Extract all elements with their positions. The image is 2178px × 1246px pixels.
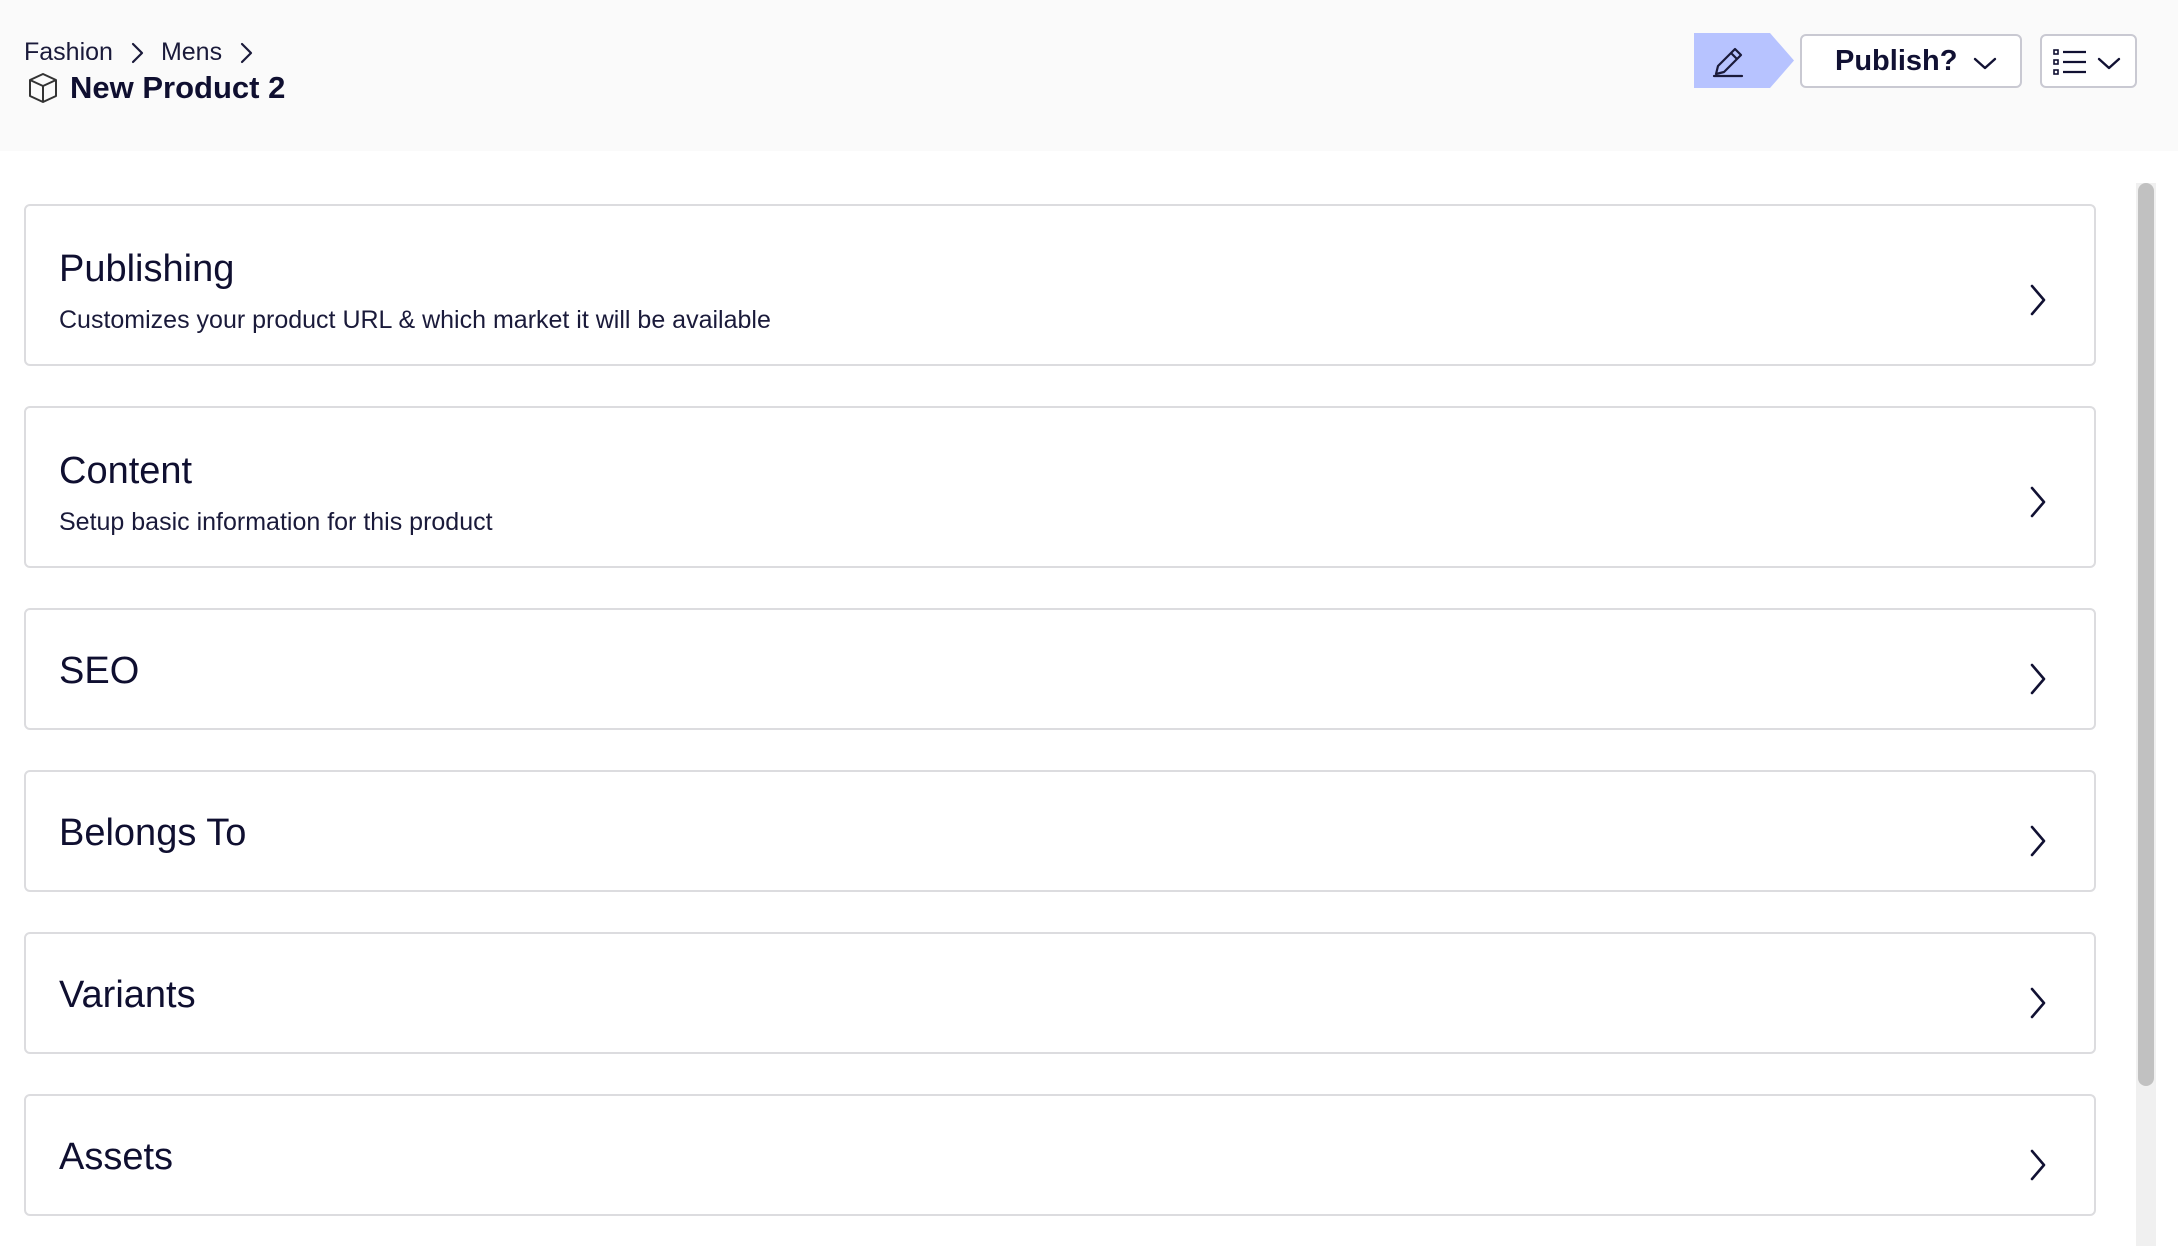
section-title: Content bbox=[59, 450, 193, 492]
breadcrumb-item-mens[interactable]: Mens bbox=[161, 38, 222, 67]
cube-icon bbox=[26, 71, 60, 105]
page-title: New Product 2 bbox=[70, 70, 286, 105]
edit-mode-button[interactable] bbox=[1694, 33, 1794, 88]
chevron-down-icon bbox=[2096, 51, 2122, 75]
section-title: Belongs To bbox=[59, 812, 247, 854]
chevron-down-icon bbox=[1972, 51, 1998, 75]
view-options-button[interactable] bbox=[2040, 34, 2137, 88]
page-title-row: New Product 2 bbox=[26, 70, 285, 106]
chevron-right-icon bbox=[236, 41, 256, 65]
breadcrumb: Fashion Mens bbox=[24, 38, 270, 67]
scrollbar-thumb[interactable] bbox=[2138, 183, 2154, 1086]
chevron-right-icon bbox=[2026, 661, 2050, 697]
chevron-right-icon bbox=[2026, 1147, 2050, 1183]
section-title: Assets bbox=[59, 1136, 174, 1178]
breadcrumb-item-fashion[interactable]: Fashion bbox=[24, 38, 113, 67]
page-header: Fashion Mens New Product 2 Publish? bbox=[0, 0, 2178, 151]
publish-button-label: Publish? bbox=[1835, 44, 1958, 77]
chevron-right-icon bbox=[2026, 823, 2050, 859]
section-title: SEO bbox=[59, 650, 140, 692]
section-title: Variants bbox=[59, 974, 196, 1016]
list-icon bbox=[2052, 47, 2088, 77]
section-description: Customizes your product URL & which mark… bbox=[59, 306, 771, 334]
section-assets[interactable]: Assets bbox=[24, 1094, 2096, 1216]
section-content[interactable]: Content Setup basic information for this… bbox=[24, 406, 2096, 568]
section-belongs-to[interactable]: Belongs To bbox=[24, 770, 2096, 892]
section-seo[interactable]: SEO bbox=[24, 608, 2096, 730]
pencil-icon bbox=[1708, 41, 1748, 81]
chevron-right-icon bbox=[2026, 282, 2050, 318]
chevron-right-icon bbox=[127, 41, 147, 65]
section-publishing[interactable]: Publishing Customizes your product URL &… bbox=[24, 204, 2096, 366]
publish-button[interactable]: Publish? bbox=[1800, 34, 2022, 88]
chevron-right-icon bbox=[2026, 985, 2050, 1021]
section-variants[interactable]: Variants bbox=[24, 932, 2096, 1054]
section-description: Setup basic information for this product bbox=[59, 508, 493, 536]
section-title: Publishing bbox=[59, 248, 235, 290]
chevron-right-icon bbox=[2026, 484, 2050, 520]
